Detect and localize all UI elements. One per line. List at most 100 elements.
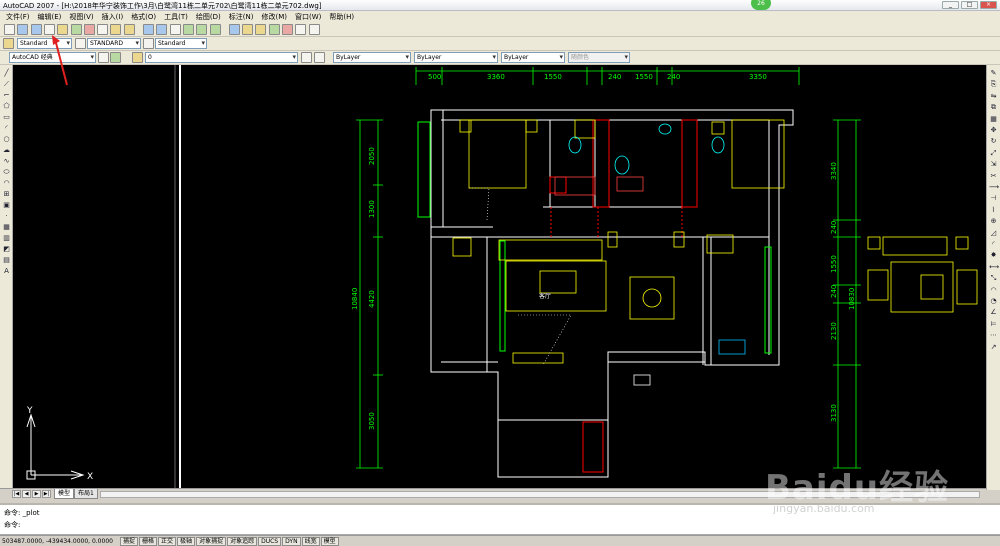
cut-icon[interactable]: [83, 24, 95, 35]
notification-badge[interactable]: 26: [751, 0, 771, 10]
status-toggle-button[interactable]: 对象追踪: [227, 536, 258, 546]
maximize-icon[interactable]: □: [961, 1, 978, 9]
status-toggle-button[interactable]: 栅格: [139, 536, 158, 546]
move-icon[interactable]: ✥: [989, 126, 998, 135]
hatch-icon[interactable]: ▦: [2, 223, 11, 232]
offset-icon[interactable]: ⧉: [989, 103, 998, 112]
circle-icon[interactable]: ○: [2, 135, 11, 144]
command-prompt[interactable]: 命令:: [4, 520, 20, 530]
ellipse-arc-icon[interactable]: ◠: [2, 179, 11, 188]
tab-model[interactable]: 模型: [54, 489, 75, 499]
multiline-text-icon[interactable]: A: [2, 267, 11, 276]
ellipse-icon[interactable]: ⬭: [2, 168, 11, 177]
last-tab-icon[interactable]: ▶|: [42, 490, 51, 498]
menu-item[interactable]: 标注(N): [225, 12, 258, 22]
design-center-icon[interactable]: [242, 24, 254, 35]
status-toggle-button[interactable]: 极轴: [177, 536, 196, 546]
sheet-set-icon[interactable]: [268, 24, 280, 35]
publish-icon[interactable]: [70, 24, 82, 35]
zoom-window-icon[interactable]: [196, 24, 208, 35]
zoom-icon[interactable]: [182, 24, 194, 35]
status-toggle-button[interactable]: DUCS: [258, 536, 282, 546]
layer-select[interactable]: 0: [145, 52, 298, 63]
linetype-select[interactable]: ByLayer: [414, 52, 498, 63]
line-icon[interactable]: ╱: [2, 69, 11, 78]
copy-icon[interactable]: [97, 24, 109, 35]
region-icon[interactable]: ◩: [2, 245, 11, 254]
prev-tab-icon[interactable]: ◀: [22, 490, 31, 498]
open-icon[interactable]: [17, 24, 29, 35]
menu-item[interactable]: 修改(M): [257, 12, 291, 22]
redo-icon[interactable]: [156, 24, 168, 35]
save-icon[interactable]: [30, 24, 42, 35]
gradient-icon[interactable]: ▥: [2, 234, 11, 243]
rotate-icon[interactable]: ↻: [989, 137, 998, 146]
status-toggle-button[interactable]: 对象捕捉: [196, 536, 227, 546]
dim-continue-icon[interactable]: ⋯: [989, 331, 998, 340]
dim-arc-icon[interactable]: ◠: [989, 286, 998, 295]
layer-manager-icon[interactable]: [110, 52, 121, 63]
break-at-point-icon[interactable]: ⊣: [989, 194, 998, 203]
fillet-icon[interactable]: ◜: [989, 240, 998, 249]
layer-state-icon[interactable]: [132, 52, 143, 63]
status-toggle-button[interactable]: 正交: [158, 536, 177, 546]
markup-icon[interactable]: [282, 24, 293, 35]
color-select[interactable]: ByLayer: [333, 52, 411, 63]
menu-item[interactable]: 视图(V): [65, 12, 97, 22]
erase-icon[interactable]: ✎: [989, 69, 998, 78]
array-icon[interactable]: ▦: [989, 115, 998, 124]
tab-layout1[interactable]: 布局1: [74, 489, 98, 499]
construction-line-icon[interactable]: ⟋: [2, 80, 11, 89]
stretch-icon[interactable]: ⇲: [989, 160, 998, 169]
match-properties-icon[interactable]: [123, 24, 135, 35]
first-tab-icon[interactable]: |◀: [12, 490, 21, 498]
polyline-icon[interactable]: ⌐: [2, 91, 11, 100]
pan-icon[interactable]: [169, 24, 181, 35]
dim-radius-icon[interactable]: ◔: [989, 297, 998, 306]
workspace-settings-icon[interactable]: [98, 52, 109, 63]
menu-item[interactable]: 工具(T): [160, 12, 192, 22]
arc-icon[interactable]: ◜: [2, 124, 11, 133]
menu-item[interactable]: 窗口(W): [291, 12, 325, 22]
menu-item[interactable]: 格式(O): [127, 12, 160, 22]
status-toggle-button[interactable]: 模型: [320, 536, 339, 546]
table-style-select[interactable]: Standard: [155, 38, 207, 49]
make-current-icon[interactable]: [301, 52, 312, 63]
menu-item[interactable]: 帮助(H): [325, 12, 358, 22]
menu-item[interactable]: 插入(I): [98, 12, 128, 22]
point-icon[interactable]: ·: [2, 212, 11, 221]
revision-cloud-icon[interactable]: ☁: [2, 146, 11, 155]
scale-icon[interactable]: ⤢: [989, 149, 998, 158]
mirror-icon[interactable]: ⇋: [989, 92, 998, 101]
polygon-icon[interactable]: ⬠: [2, 102, 11, 111]
status-toggle-button[interactable]: 捕捉: [120, 536, 139, 546]
extend-icon[interactable]: ⟶: [989, 183, 999, 192]
explode-icon[interactable]: ✸: [989, 251, 998, 260]
break-icon[interactable]: ⌇: [989, 206, 998, 215]
insert-block-icon[interactable]: ⊞: [2, 190, 11, 199]
menu-item[interactable]: 文件(F): [2, 12, 34, 22]
calculator-icon[interactable]: [295, 24, 307, 35]
copy-object-icon[interactable]: ⎘: [989, 80, 998, 89]
dim-angular-icon[interactable]: ∠: [989, 308, 998, 317]
spline-icon[interactable]: ∿: [2, 157, 11, 166]
paste-icon[interactable]: [110, 24, 122, 35]
drawing-canvas[interactable]: 500 3360 1550 240 1550 240 3350 2050 130…: [13, 65, 986, 490]
trim-icon[interactable]: ✂: [989, 172, 998, 181]
rectangle-icon[interactable]: ▭: [2, 113, 11, 122]
join-icon[interactable]: ⊕: [989, 217, 998, 226]
close-icon[interactable]: ×: [980, 1, 997, 9]
dim-style-select[interactable]: STANDARD: [87, 38, 141, 49]
minimize-icon[interactable]: _: [942, 1, 959, 9]
dim-linear-icon[interactable]: ⟷: [989, 263, 999, 272]
undo-icon[interactable]: [143, 24, 154, 35]
tool-palettes-icon[interactable]: [255, 24, 267, 35]
dim-aligned-icon[interactable]: ⤡: [989, 274, 998, 283]
chamfer-icon[interactable]: ◿: [989, 229, 998, 238]
lineweight-select[interactable]: ByLayer: [501, 52, 565, 63]
status-toggle-button[interactable]: 线宽: [301, 536, 320, 546]
menu-item[interactable]: 绘图(D): [192, 12, 225, 22]
next-tab-icon[interactable]: ▶: [32, 490, 41, 498]
make-block-icon[interactable]: ▣: [2, 201, 11, 210]
table-icon[interactable]: ▤: [2, 256, 11, 265]
